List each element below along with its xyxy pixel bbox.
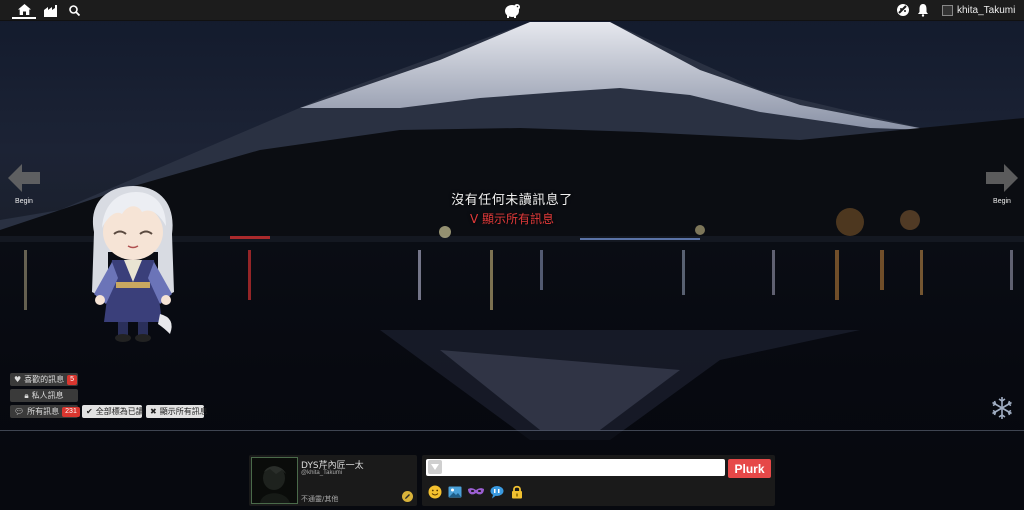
speech-bubble-icon <box>490 486 504 499</box>
all-messages-button[interactable]: 💬︎ 所有訊息 231 <box>10 405 80 418</box>
show-all-label: 顯示所有訊息 <box>159 407 208 416</box>
anonymous-icon <box>897 4 909 16</box>
username: khita_Takumi <box>957 5 1016 16</box>
caret-down-icon <box>431 464 439 470</box>
user-menu[interactable]: khita_Takumi <box>942 3 1015 18</box>
snow-effect-toggle[interactable] <box>990 396 1014 420</box>
all-messages-label: 所有訊息 <box>27 407 60 416</box>
bell-icon <box>918 4 928 17</box>
private-messages-button[interactable]: 🔒︎ 私人訊息 <box>10 389 78 402</box>
plurk-dino-icon <box>505 4 520 18</box>
chibi-character-avatar <box>88 182 178 344</box>
show-all-button[interactable]: ✖ 顯示所有訊息 <box>146 405 208 418</box>
profile-status: 不通靈/其他 <box>301 495 339 503</box>
chibi-character-image <box>92 186 174 342</box>
close-icon: ✖ <box>150 407 157 416</box>
privacy-button[interactable] <box>510 484 524 499</box>
lock-icon: 🔒︎ <box>24 390 29 400</box>
image-icon <box>448 486 462 498</box>
snowflake-icon <box>992 397 1012 419</box>
qualifier-dropdown[interactable] <box>428 460 442 474</box>
show-all-messages-link[interactable]: V 顯示所有訊息 <box>412 210 612 227</box>
plurk-submit-button[interactable]: Plurk <box>728 459 771 478</box>
timeline-begin-left[interactable]: Begin <box>6 164 42 205</box>
anonymous-button[interactable] <box>896 2 912 18</box>
top-navigation-bar: khita_Takumi <box>0 0 1024 21</box>
padlock-icon <box>512 485 522 499</box>
factory-icon <box>44 4 57 17</box>
pencil-icon <box>405 494 410 499</box>
plurk-logo[interactable] <box>502 2 522 19</box>
arrow-right-label: Begin <box>993 198 1011 205</box>
home-button[interactable] <box>12 2 36 19</box>
mask-icon <box>468 488 484 495</box>
liked-messages-button[interactable]: ♥ 喜歡的訊息 5 <box>10 373 78 386</box>
arrow-left-icon <box>8 164 40 192</box>
response-mode-button[interactable] <box>490 484 504 499</box>
heart-icon: ♥ <box>14 375 22 384</box>
stats-button[interactable] <box>42 2 60 19</box>
mark-all-read-label: 全部標為已讀 <box>95 407 144 416</box>
profile-avatar[interactable] <box>251 457 298 504</box>
home-icon <box>17 3 31 15</box>
timeline-divider <box>0 430 1024 431</box>
no-unread-message: 沒有任何未讀訊息了 <box>451 193 573 208</box>
upload-image-button[interactable] <box>448 484 462 498</box>
timeline-empty-state: 沒有任何未讀訊息了 V 顯示所有訊息 <box>412 189 612 227</box>
chat-bubbles-icon: 💬︎ <box>14 407 25 416</box>
profile-handle: @khita_Takumi <box>301 470 343 476</box>
private-messages-label: 私人訊息 <box>31 391 64 400</box>
timeline-begin-right[interactable]: Begin <box>984 164 1020 205</box>
search-icon <box>68 5 80 16</box>
profile-card: DYS芹內匠一太 @khita_Takumi 不通靈/其他 <box>249 455 417 506</box>
notification-button[interactable] <box>916 2 932 18</box>
liked-count-badge: 5 <box>67 374 78 385</box>
arrow-left-label: Begin <box>15 198 33 205</box>
plurk-input[interactable] <box>426 459 725 476</box>
edit-profile-button[interactable] <box>402 491 413 502</box>
liked-messages-label: 喜歡的訊息 <box>24 375 65 384</box>
all-messages-count-badge: 231 <box>62 406 80 417</box>
plurk-compose-box: Plurk <box>422 455 775 506</box>
user-avatar <box>942 5 953 16</box>
search-button[interactable] <box>66 2 82 19</box>
anonymous-post-button[interactable] <box>468 484 484 498</box>
check-icon: ✔ <box>86 407 93 416</box>
emoticon-button[interactable] <box>428 484 442 499</box>
profile-avatar-image <box>252 458 297 503</box>
arrow-right-icon <box>986 164 1018 192</box>
smiley-icon <box>428 485 442 499</box>
mark-all-read-button[interactable]: ✔ 全部標為已讀 <box>82 405 144 418</box>
